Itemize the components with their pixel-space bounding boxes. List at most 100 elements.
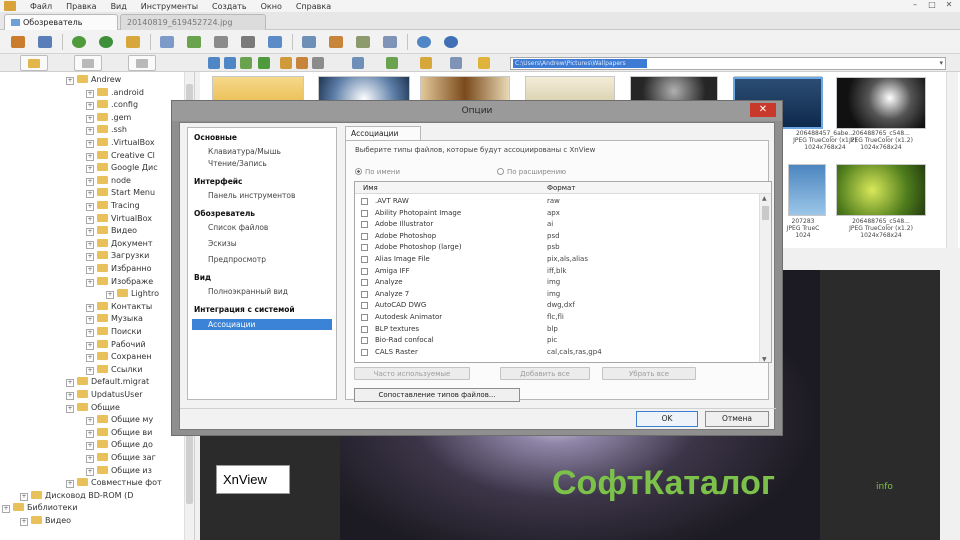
tree-item[interactable]: + Видео <box>20 515 71 527</box>
expand-toggle-icon[interactable]: + <box>66 392 74 400</box>
sort-button[interactable] <box>386 57 398 69</box>
list-item[interactable]: Adobe Illustrator ai <box>355 219 755 230</box>
maximize-button[interactable]: □ <box>925 0 939 10</box>
tree-item[interactable]: + Общие му <box>86 414 153 426</box>
file-type-mapping-button[interactable]: Сопоставление типов файлов... <box>354 388 520 402</box>
expand-toggle-icon[interactable]: + <box>86 429 94 438</box>
association-checkbox[interactable] <box>361 267 368 275</box>
cancel-button[interactable]: Отмена <box>705 411 769 427</box>
expand-toggle-icon[interactable]: + <box>86 467 94 476</box>
tree-item[interactable]: + Общие из <box>86 465 152 477</box>
association-checkbox[interactable] <box>361 348 368 356</box>
print-button[interactable] <box>238 33 258 51</box>
tree-item[interactable]: + .ssh <box>86 124 127 136</box>
expand-toggle-icon[interactable]: + <box>86 89 94 98</box>
tree-item[interactable]: + UpdatusUser <box>66 389 143 401</box>
expand-toggle-icon[interactable]: + <box>86 127 94 136</box>
refresh-button[interactable] <box>69 33 89 51</box>
association-checkbox[interactable] <box>361 256 368 263</box>
view-mode-button[interactable] <box>352 57 364 69</box>
tree-item[interactable]: + Поиски <box>86 326 142 338</box>
scroll-up-icon[interactable]: ▲ <box>762 195 767 202</box>
thumbnail-scrollbar[interactable] <box>946 72 958 248</box>
menu-edit[interactable]: Правка <box>66 2 96 11</box>
association-checkbox[interactable] <box>361 244 368 252</box>
options-nav-item[interactable]: Интерфейс <box>194 176 243 187</box>
close-window-button[interactable]: ✕ <box>942 0 956 10</box>
options-nav-item[interactable]: Список файлов <box>208 222 268 233</box>
tab-image[interactable]: 20140819_619452724.jpg <box>120 14 266 30</box>
tree-item[interactable]: + Andrew <box>66 74 121 86</box>
expand-toggle-icon[interactable]: + <box>86 303 94 312</box>
tree-item[interactable]: + VirtualBox <box>86 213 152 225</box>
tree-item[interactable]: + .VirtualBox <box>86 137 155 149</box>
tree-item[interactable]: + Start Menu <box>86 187 155 199</box>
options-nav-item[interactable]: Интеграция с системой <box>194 304 295 315</box>
forward-button[interactable] <box>224 57 236 69</box>
expand-toggle-icon[interactable]: + <box>86 102 94 111</box>
tree-item[interactable]: + .android <box>86 87 144 99</box>
tree-item[interactable]: + Библиотеки <box>2 502 77 514</box>
expand-toggle-icon[interactable]: + <box>86 140 94 148</box>
expand-toggle-icon[interactable]: + <box>86 203 94 211</box>
scrollbar-thumb[interactable] <box>762 206 769 220</box>
tree-item[interactable]: + Рабочий <box>86 339 146 351</box>
thumbnail-image[interactable] <box>836 77 926 129</box>
expand-toggle-icon[interactable]: + <box>86 228 94 237</box>
menu-window[interactable]: Окно <box>261 2 282 11</box>
association-checkbox[interactable] <box>361 290 368 298</box>
options-nav-item[interactable]: Предпросмотр <box>208 254 266 265</box>
expand-toggle-icon[interactable]: + <box>86 316 94 325</box>
list-item[interactable]: AutoCAD DWG dwg,dxf <box>355 300 755 311</box>
tree-item[interactable]: + Общие до <box>86 439 153 451</box>
tree-item[interactable]: + Google Дис <box>86 162 158 174</box>
expand-toggle-icon[interactable]: + <box>66 379 74 388</box>
chevron-down-icon[interactable]: ▾ <box>939 59 943 67</box>
back-button[interactable] <box>208 57 220 69</box>
radio-by-extension[interactable]: По расширению <box>497 168 566 176</box>
dialog-close-button[interactable]: ✕ <box>750 103 776 117</box>
ok-button[interactable]: OK <box>636 411 698 427</box>
thumbnail-image[interactable] <box>836 164 926 216</box>
column-format-header[interactable]: Формат <box>547 182 575 194</box>
expand-toggle-icon[interactable]: + <box>20 492 28 501</box>
calendar-button[interactable] <box>380 33 400 51</box>
tree-item[interactable]: + Tracing <box>86 200 140 212</box>
association-checkbox[interactable] <box>361 337 368 345</box>
tree-item[interactable]: + Совместные фот <box>66 477 162 489</box>
tree-item[interactable]: + Default.migrat <box>66 376 149 388</box>
tree-item[interactable]: + Общие ви <box>86 427 152 439</box>
association-checkbox[interactable] <box>361 302 368 310</box>
tree-item[interactable]: + Документ <box>86 238 153 250</box>
list-item[interactable]: Adobe Photoshop psd <box>355 231 755 242</box>
list-item[interactable]: Autodesk Animator flc,fli <box>355 312 755 323</box>
tree-item[interactable]: + Ссылки <box>86 364 142 376</box>
expand-toggle-icon[interactable]: + <box>86 341 94 350</box>
frequent-button[interactable]: Часто используемые <box>354 367 470 380</box>
expand-toggle-icon[interactable]: + <box>66 77 74 85</box>
add-all-button[interactable]: Добавить все <box>500 367 590 380</box>
column-name-header[interactable]: Имя <box>363 182 378 194</box>
expand-toggle-icon[interactable]: + <box>86 253 94 262</box>
menu-file[interactable]: Файл <box>30 2 52 11</box>
slideshow-button[interactable] <box>184 33 204 51</box>
tree-item[interactable]: + Изображе <box>86 276 153 288</box>
remove-all-button[interactable]: Убрать все <box>602 367 696 380</box>
tree-item[interactable]: + Общие заг <box>86 452 156 464</box>
options-nav-item[interactable]: Чтение/Запись <box>208 158 267 169</box>
thumbnail-image[interactable] <box>788 164 826 216</box>
tree-item[interactable]: + Сохранен <box>86 351 152 363</box>
tree-item[interactable]: + Creative Cl <box>86 150 155 162</box>
list-item[interactable]: Bio-Rad confocal pic <box>355 335 755 346</box>
expand-toggle-icon[interactable]: + <box>86 455 94 463</box>
association-checkbox[interactable] <box>361 221 368 229</box>
association-checkbox[interactable] <box>361 198 368 205</box>
tree-item[interactable]: + Общие <box>66 402 120 414</box>
favorite-button[interactable] <box>478 57 490 69</box>
association-checkbox[interactable] <box>361 209 368 217</box>
compare-button[interactable] <box>211 33 231 51</box>
expand-toggle-icon[interactable]: + <box>86 266 94 274</box>
tab-associations[interactable]: Ассоциации <box>345 126 421 140</box>
options-nav-item[interactable]: Клавиатура/Мышь <box>208 146 281 157</box>
filter-button[interactable] <box>420 57 432 69</box>
